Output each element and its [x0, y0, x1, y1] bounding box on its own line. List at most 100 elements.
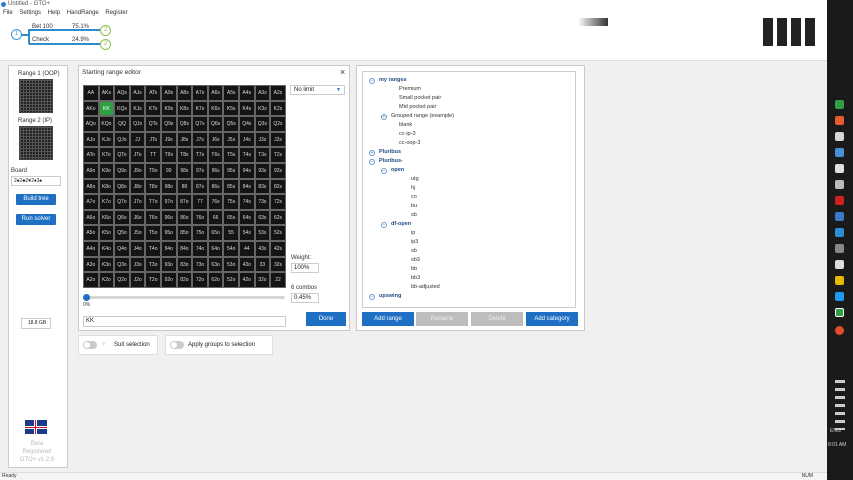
hand-cell[interactable]: K8o	[98, 178, 115, 195]
hand-cell[interactable]: 87s	[192, 178, 208, 195]
hand-cell[interactable]: 72s	[270, 194, 286, 210]
hand-cell[interactable]: K4o	[98, 241, 115, 257]
hand-cell[interactable]: 85o	[176, 225, 193, 241]
hand-cell[interactable]: J7o	[129, 194, 146, 210]
hand-cell[interactable]: J8o	[129, 178, 146, 195]
hand-cell[interactable]: T2o	[145, 272, 161, 288]
hand-cell[interactable]: J2s	[270, 131, 286, 148]
hand-cell[interactable]: J6s	[207, 131, 224, 148]
hand-cell[interactable]: Q2s	[270, 116, 286, 132]
range-tree-item[interactable]: bb3	[411, 275, 420, 281]
hand-cell[interactable]: J5s	[223, 131, 239, 148]
hand-cell[interactable]: K9o	[98, 163, 115, 179]
minimize-icon[interactable]	[578, 18, 608, 26]
hand-cell[interactable]: A8s	[176, 85, 193, 101]
hand-cell[interactable]: A7o	[83, 194, 99, 210]
range-tree-item[interactable]: sb	[411, 212, 417, 218]
range-tree-item[interactable]: Pluribus	[379, 149, 401, 155]
menu-file[interactable]: File	[3, 10, 13, 16]
range-tree-item[interactable]: Grouped range (example)	[391, 113, 454, 119]
hand-cell[interactable]: T4s	[239, 147, 255, 163]
hand-cell[interactable]: 92o	[161, 272, 177, 288]
hand-cell[interactable]: A4s	[239, 85, 255, 101]
range-tree-item[interactable]: Pluribus-	[379, 158, 403, 164]
hand-cell[interactable]: 99	[161, 163, 177, 179]
range-tree-item[interactable]: upswing	[379, 293, 401, 299]
hand-cell[interactable]: KQs	[114, 100, 130, 117]
hand-cell[interactable]: 95s	[223, 163, 239, 179]
hand-cell[interactable]: 96o	[161, 209, 177, 226]
hand-cell[interactable]: T8s	[176, 147, 193, 163]
hand-cell[interactable]: Q4s	[239, 116, 255, 132]
app-icon[interactable]	[835, 116, 844, 125]
hand-cell[interactable]: ATo	[83, 147, 99, 163]
app-icon[interactable]	[835, 180, 844, 189]
hand-cell[interactable]: 74o	[192, 241, 208, 257]
hand-cell[interactable]: KJo	[98, 131, 115, 148]
hand-cell[interactable]: AKo	[83, 100, 99, 117]
hand-cell[interactable]: 43s	[254, 241, 271, 257]
hand-cell[interactable]: 44	[239, 241, 255, 257]
hand-cell[interactable]: 93s	[254, 163, 271, 179]
hand-cell[interactable]: A8o	[83, 178, 99, 195]
hand-cell[interactable]: Q6s	[207, 116, 224, 132]
hand-cell[interactable]: 97s	[192, 163, 208, 179]
hand-cell[interactable]: 64o	[207, 241, 224, 257]
range-tree-item[interactable]: bb	[411, 266, 417, 272]
hand-cell[interactable]: 86s	[207, 178, 224, 195]
hand-cell[interactable]: T9o	[145, 163, 161, 179]
range-tree-item[interactable]: Premium	[399, 86, 421, 92]
hand-cell[interactable]: 96s	[207, 163, 224, 179]
hand-cell[interactable]: JJ	[129, 131, 146, 148]
hand-cell[interactable]: 95o	[161, 225, 177, 241]
hand-cell[interactable]: 62o	[207, 272, 224, 288]
hand-cell[interactable]: 84o	[176, 241, 193, 257]
hand-cell[interactable]: 53s	[254, 225, 271, 241]
hand-cell[interactable]: T6s	[207, 147, 224, 163]
hand-cell[interactable]: T7s	[192, 147, 208, 163]
hand-cell[interactable]: T8o	[145, 178, 161, 195]
hand-cell[interactable]: 64s	[239, 209, 255, 226]
hand-cell[interactable]: Q8o	[114, 178, 130, 195]
hand-cell[interactable]: J3o	[129, 256, 146, 273]
hand-cell[interactable]: T5s	[223, 147, 239, 163]
range-tree-item[interactable]: Mid pocket pair	[399, 104, 436, 110]
hand-cell[interactable]: K9s	[161, 100, 177, 117]
hand-cell[interactable]: 54s	[239, 225, 255, 241]
collapse-icon[interactable]: −	[381, 168, 387, 174]
hand-cell[interactable]: 94o	[161, 241, 177, 257]
hand-cell[interactable]: A6o	[83, 209, 99, 226]
collapse-icon[interactable]: −	[369, 294, 375, 300]
range-tree-item[interactable]: hj	[411, 185, 415, 191]
hand-cell[interactable]: 93o	[161, 256, 177, 273]
hand-cell[interactable]: 82s	[270, 178, 286, 195]
hand-cell[interactable]: 33	[254, 256, 271, 273]
hand-cell[interactable]: 76s	[207, 194, 224, 210]
hand-cell[interactable]: 63o	[207, 256, 224, 273]
hand-cell[interactable]: 73s	[254, 194, 271, 210]
hand-cell[interactable]: KQo	[98, 116, 115, 132]
hand-cell[interactable]: J2o	[129, 272, 146, 288]
range-tree-item[interactable]: sb	[411, 248, 417, 254]
hand-cell[interactable]: AJo	[83, 131, 99, 148]
expand-icon[interactable]: +	[381, 114, 387, 120]
app-icon[interactable]	[835, 292, 844, 301]
hand-cell[interactable]: J4o	[129, 241, 146, 257]
hand-cell[interactable]: 84s	[239, 178, 255, 195]
range-tree-item[interactable]: co	[411, 194, 417, 200]
range-tree-item[interactable]: ip3	[411, 239, 418, 245]
hand-cell[interactable]: T2s	[270, 147, 286, 163]
range-tree-item[interactable]: cc-ip-3	[399, 131, 416, 137]
hand-cell[interactable]: J5o	[129, 225, 146, 241]
hand-cell[interactable]: Q3o	[114, 256, 130, 273]
hand-cell[interactable]: QQ	[114, 116, 130, 132]
hand-cell[interactable]: T3s	[254, 147, 271, 163]
hand-cell[interactable]: AJs	[129, 85, 146, 101]
delete-button[interactable]: Delete	[471, 312, 523, 326]
hand-cell[interactable]: K2o	[98, 272, 115, 288]
hand-cell[interactable]: Q3s	[254, 116, 271, 132]
hand-cell[interactable]: AQo	[83, 116, 99, 132]
app-icon[interactable]	[835, 244, 844, 253]
collapse-icon[interactable]: −	[381, 222, 387, 228]
hand-cell[interactable]: T3o	[145, 256, 161, 273]
